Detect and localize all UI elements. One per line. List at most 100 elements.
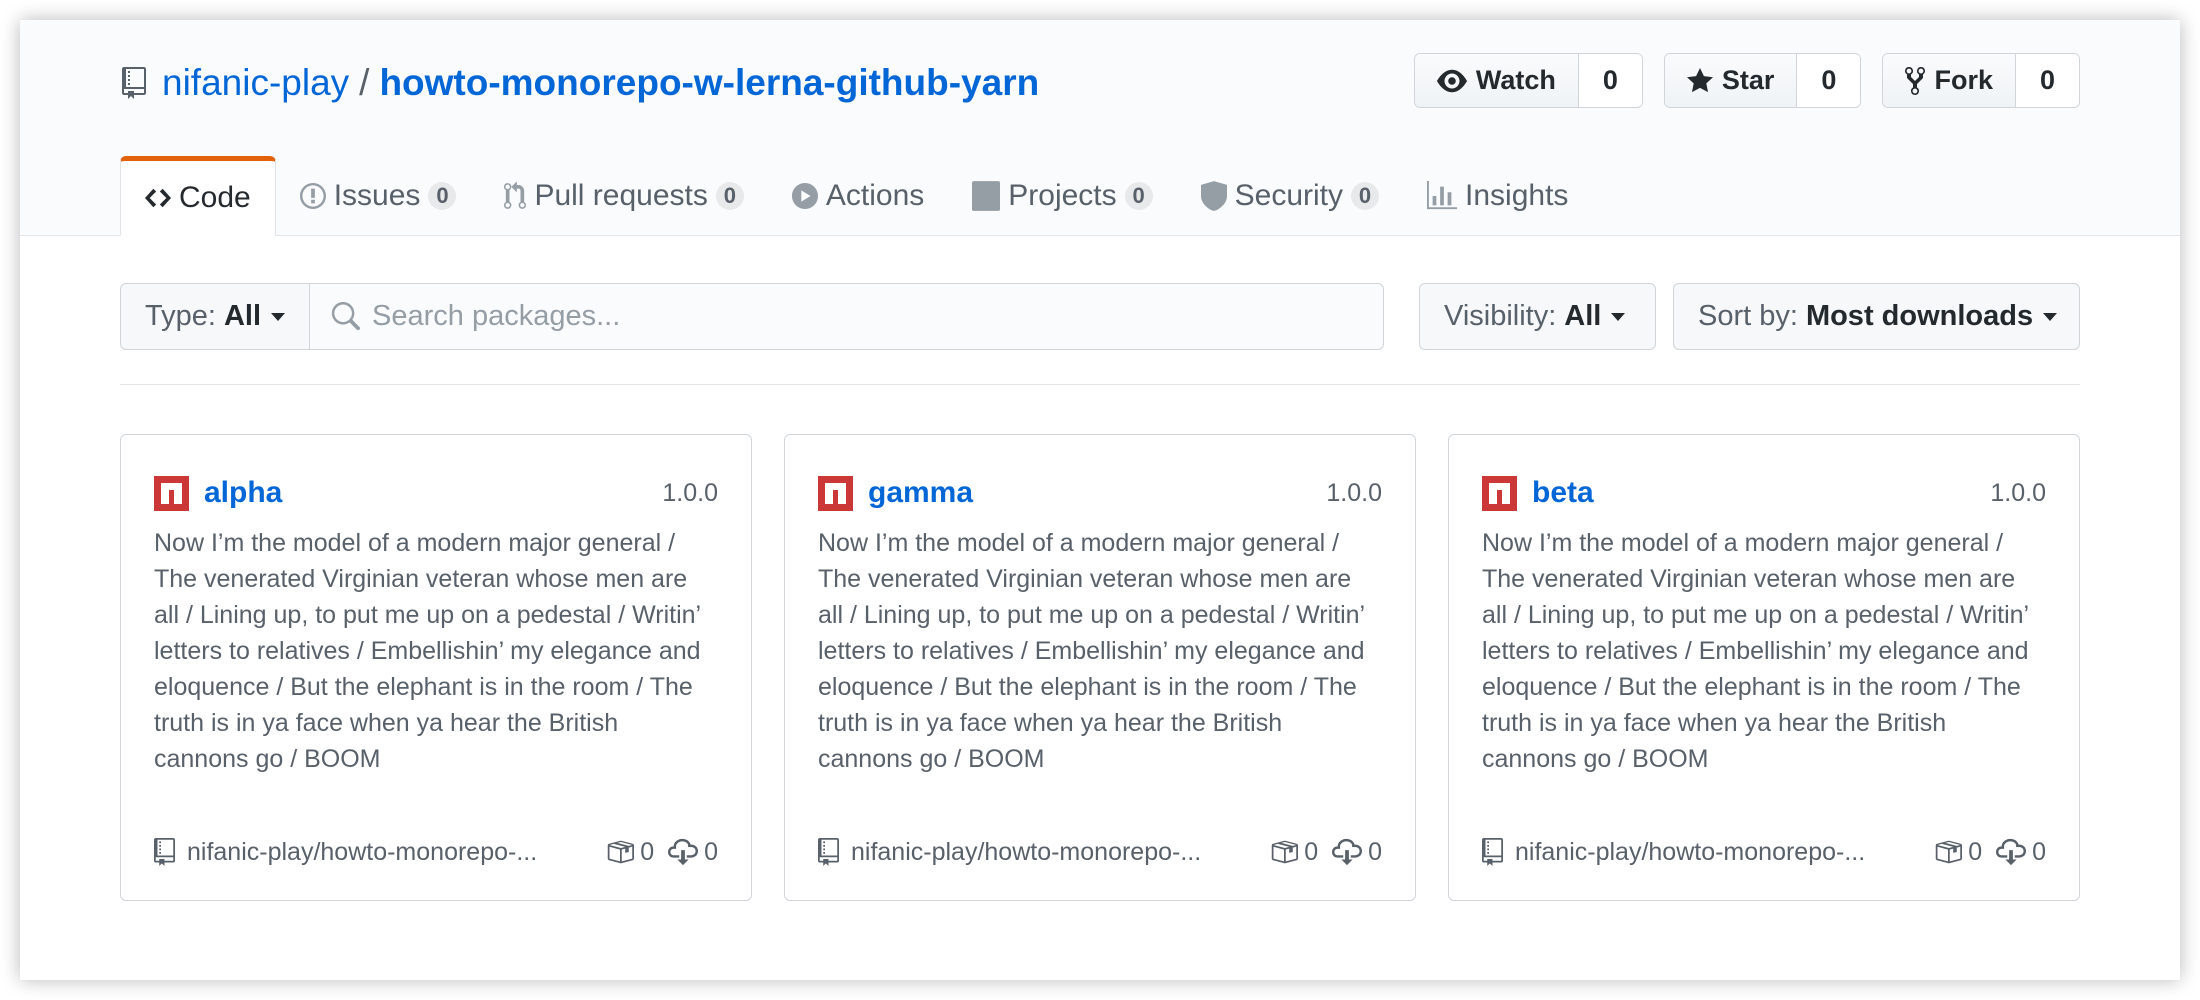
sort-value: Most downloads (1805, 300, 2034, 332)
package-source-link[interactable]: nifanic-play/howto-monorepo-... (1482, 838, 1912, 867)
package-version: 1.0.0 (1990, 478, 2046, 507)
repo-actions: Watch 0 Star 0 Fork 0 (1413, 53, 2080, 108)
repo-title: nifanic-play / howto-monorepo-w-lerna-gi… (120, 58, 1039, 108)
package-card-header: gamma 1.0.0 (818, 473, 1382, 513)
fork-icon (1905, 66, 1926, 95)
package-source-link[interactable]: nifanic-play/howto-monorepo-... (818, 838, 1248, 867)
package-card-header: beta 1.0.0 (1482, 473, 2046, 513)
star-icon (1686, 67, 1713, 92)
package-source-link[interactable]: nifanic-play/howto-monorepo-... (154, 838, 584, 867)
download-stat: 0 (668, 837, 718, 867)
graph-icon (1427, 181, 1458, 210)
watch-button[interactable]: Watch (1414, 54, 1579, 107)
package-icon (1271, 840, 1299, 864)
projects-counter: 0 (1124, 182, 1153, 210)
tab-projects[interactable]: Projects 0 (948, 156, 1176, 236)
tab-security[interactable]: Security 0 (1177, 156, 1403, 236)
pull-request-icon (504, 181, 527, 209)
type-filter-value: All (223, 300, 261, 332)
chevron-down-icon (271, 312, 285, 321)
tab-code[interactable]: Code (120, 156, 276, 236)
watch-button-group: Watch 0 (1413, 53, 1643, 108)
fork-count[interactable]: 0 (2015, 54, 2079, 107)
package-filter-bar: Type: All Visibility: All Sort by: Most … (120, 283, 2080, 350)
issue-icon (299, 183, 326, 209)
repo-icon (818, 838, 839, 866)
sort-dropdown[interactable]: Sort by: Most downloads (1673, 283, 2080, 350)
tab-projects-label: Projects (1008, 179, 1117, 212)
download-icon (668, 838, 699, 866)
star-count[interactable]: 0 (1797, 54, 1861, 107)
package-name-link[interactable]: alpha (204, 476, 282, 510)
fork-button[interactable]: Fork (1883, 54, 2016, 107)
tab-insights[interactable]: Insights (1403, 156, 1592, 236)
repo-icon (122, 67, 146, 99)
package-card-header: alpha 1.0.0 (154, 473, 718, 513)
repo-icon (1482, 838, 1503, 866)
package-name-link[interactable]: beta (1532, 476, 1594, 510)
watch-label: Watch (1475, 65, 1556, 95)
download-count: 0 (1368, 837, 1382, 866)
package-count-stat: 0 (1934, 837, 1982, 867)
fork-label: Fork (1934, 65, 1993, 95)
tab-issues[interactable]: Issues 0 (276, 156, 481, 236)
tab-pull-requests[interactable]: Pull requests 0 (480, 156, 767, 236)
package-count-stat: 0 (1270, 837, 1318, 867)
package-source: nifanic-play/howto-monorepo-... (1515, 837, 1866, 866)
visibility-filter-label: Visibility: (1444, 300, 1557, 332)
star-button-group: Star 0 (1663, 53, 1862, 108)
code-icon (145, 188, 171, 208)
chevron-down-icon (2043, 312, 2058, 321)
package-card: gamma 1.0.0 Now I’m the model of a moder… (784, 434, 1416, 901)
pull-requests-counter: 0 (715, 182, 744, 210)
tab-insights-label: Insights (1465, 179, 1569, 212)
type-filter-dropdown[interactable]: Type: All (120, 283, 310, 350)
package-icon (1935, 840, 1963, 864)
search-input[interactable] (372, 300, 1272, 333)
npm-icon (154, 475, 189, 511)
divider (120, 384, 2080, 385)
page-frame: nifanic-play / howto-monorepo-w-lerna-gi… (20, 20, 2180, 980)
visibility-filter-dropdown[interactable]: Visibility: All (1419, 283, 1656, 350)
sort-label: Sort by: (1698, 300, 1798, 332)
package-count-stat: 0 (606, 837, 654, 867)
package-version: 1.0.0 (662, 478, 718, 507)
download-stat: 0 (1996, 837, 2046, 867)
package-name-link[interactable]: gamma (868, 476, 973, 510)
download-icon (1332, 838, 1363, 866)
package-icon (607, 840, 635, 864)
star-button[interactable]: Star (1664, 54, 1798, 107)
download-count: 0 (704, 837, 718, 866)
repo-name-link[interactable]: howto-monorepo-w-lerna-github-yarn (379, 62, 1039, 104)
security-counter: 0 (1351, 182, 1380, 210)
shield-icon (1200, 181, 1227, 211)
tab-actions[interactable]: Actions (768, 156, 948, 236)
watch-count[interactable]: 0 (1578, 54, 1642, 107)
package-count: 0 (1304, 837, 1319, 866)
download-stat: 0 (1332, 837, 1382, 867)
package-stats: 0 0 (1256, 837, 1382, 867)
npm-icon (818, 475, 853, 511)
project-icon (972, 181, 1001, 211)
visibility-filter-value: All (1564, 300, 1602, 332)
package-stats: 0 0 (592, 837, 718, 867)
package-version: 1.0.0 (1326, 478, 1382, 507)
package-card-footer: nifanic-play/howto-monorepo-... 0 0 (818, 834, 1382, 870)
package-card: alpha 1.0.0 Now I’m the model of a moder… (120, 434, 752, 901)
package-search (309, 283, 1384, 350)
package-source: nifanic-play/howto-monorepo-... (187, 837, 538, 866)
package-stats: 0 0 (1920, 837, 2046, 867)
repo-tabs: Code Issues 0 Pull requests 0 Actions Pr… (120, 156, 1592, 236)
tab-actions-label: Actions (825, 179, 925, 212)
chevron-down-icon (1611, 312, 1626, 321)
eye-icon (1436, 69, 1467, 92)
tab-security-label: Security (1234, 179, 1344, 212)
package-source: nifanic-play/howto-monorepo-... (851, 837, 1202, 866)
fork-button-group: Fork 0 (1882, 53, 2080, 108)
repo-owner-link[interactable]: nifanic-play (162, 62, 349, 104)
download-count: 0 (2032, 837, 2046, 866)
tab-issues-label: Issues (333, 179, 421, 212)
issues-counter: 0 (428, 182, 457, 210)
package-card-footer: nifanic-play/howto-monorepo-... 0 0 (154, 834, 718, 870)
repo-separator: / (359, 62, 370, 103)
